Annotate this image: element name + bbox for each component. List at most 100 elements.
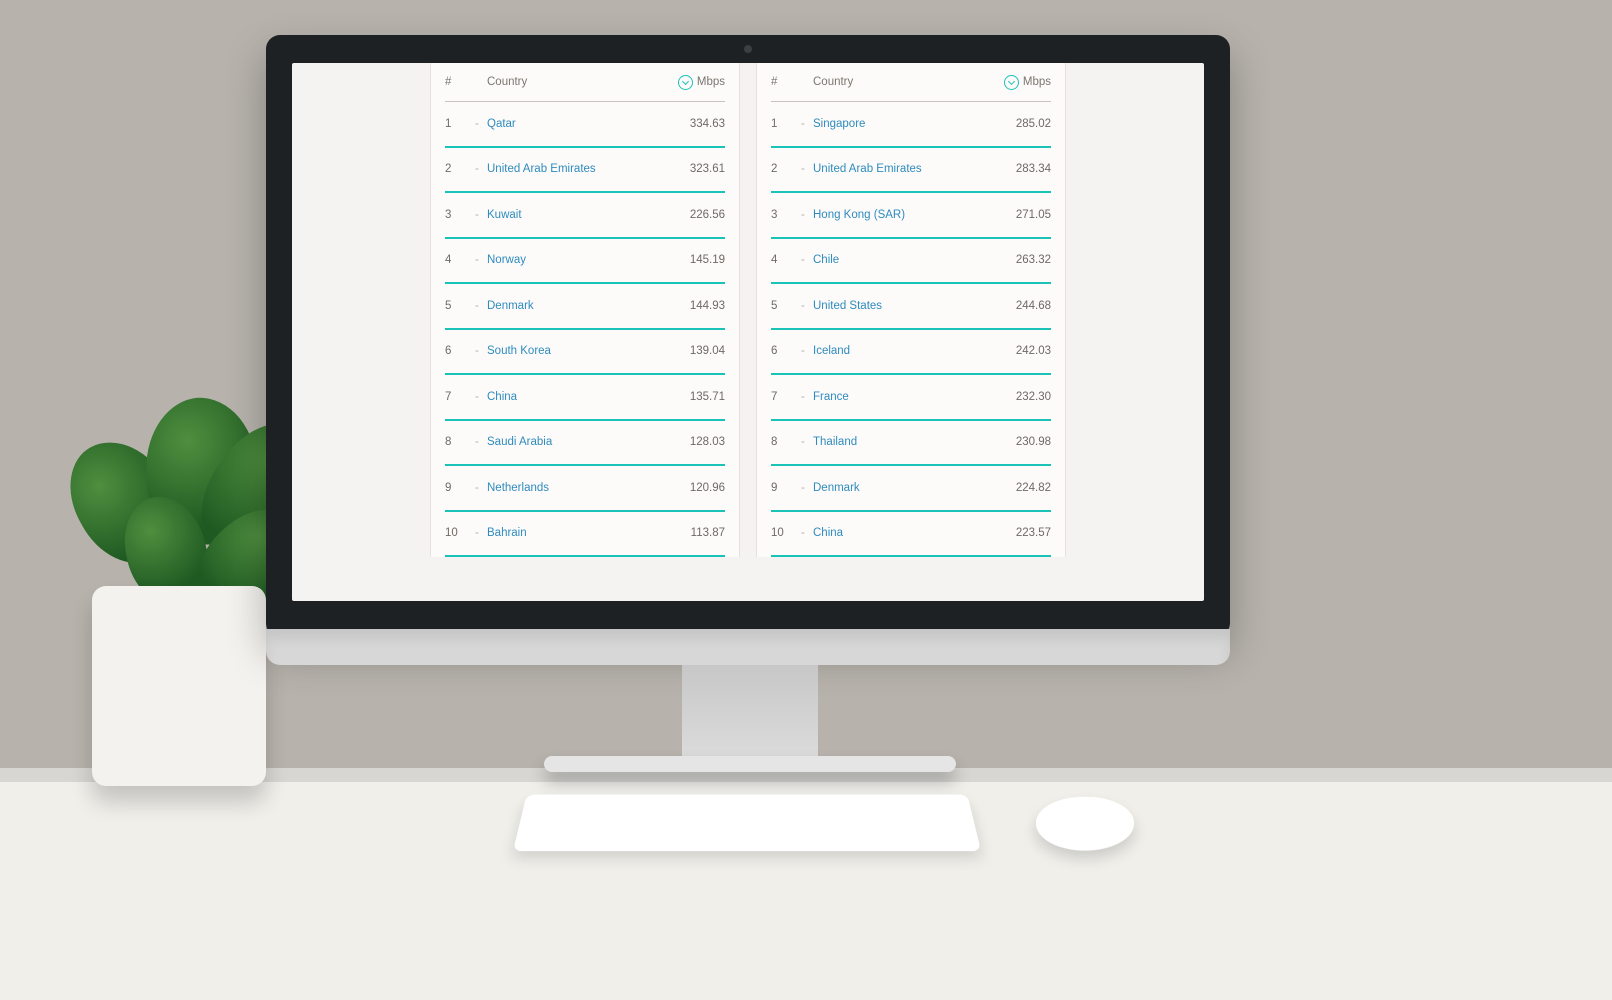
cell-delta: -: [475, 482, 487, 494]
cell-country[interactable]: Thailand: [813, 436, 993, 448]
table-row: 6-Iceland242.03: [771, 330, 1051, 376]
table-row: 9-Netherlands120.96: [445, 466, 725, 512]
cell-rank: 2: [771, 163, 801, 175]
country-link[interactable]: China: [813, 527, 843, 539]
country-link[interactable]: Kuwait: [487, 209, 522, 221]
cell-mbps: 263.32: [993, 254, 1051, 266]
download-icon: [678, 75, 693, 90]
cell-country[interactable]: China: [813, 527, 993, 539]
header-country: Country: [813, 76, 993, 88]
cell-country[interactable]: Bahrain: [487, 527, 667, 539]
cell-delta: -: [801, 163, 813, 175]
country-link[interactable]: Norway: [487, 254, 526, 266]
cell-rank: 1: [445, 118, 475, 130]
cell-country[interactable]: United Arab Emirates: [487, 163, 667, 175]
cell-country[interactable]: Netherlands: [487, 482, 667, 494]
country-link[interactable]: Denmark: [487, 300, 534, 312]
cell-country[interactable]: Norway: [487, 254, 667, 266]
cell-mbps: 223.57: [993, 527, 1051, 539]
cell-country[interactable]: United Arab Emirates: [813, 163, 993, 175]
cell-rank: 4: [445, 254, 475, 266]
country-link[interactable]: France: [813, 391, 849, 403]
cell-rank: 8: [771, 436, 801, 448]
cell-delta: -: [801, 118, 813, 130]
country-link[interactable]: Thailand: [813, 436, 857, 448]
cell-mbps: 113.87: [667, 527, 725, 539]
header-mbps: Mbps: [667, 75, 725, 90]
cell-country[interactable]: Denmark: [813, 482, 993, 494]
table-row: 6-South Korea139.04: [445, 330, 725, 376]
cell-country[interactable]: Chile: [813, 254, 993, 266]
table-row: 10-China 223.57: [771, 512, 1051, 558]
cell-rank: 1: [771, 118, 801, 130]
cell-delta: -: [801, 300, 813, 312]
country-link[interactable]: Saudi Arabia: [487, 436, 552, 448]
cell-delta: -: [801, 345, 813, 357]
ranking-table-left: #CountryMbps1-Qatar334.632-United Arab E…: [430, 63, 740, 557]
cell-mbps: 232.30: [993, 391, 1051, 403]
camera-icon: [744, 45, 752, 53]
country-link[interactable]: Chile: [813, 254, 839, 266]
cell-rank: 2: [445, 163, 475, 175]
country-link[interactable]: South Korea: [487, 345, 551, 357]
cell-delta: -: [475, 527, 487, 539]
country-link[interactable]: Iceland: [813, 345, 850, 357]
country-link[interactable]: United Arab Emirates: [813, 163, 922, 175]
cell-mbps: 135.71: [667, 391, 725, 403]
header-rank: #: [445, 76, 475, 88]
table-row: 8-Saudi Arabia128.03: [445, 421, 725, 467]
cell-country[interactable]: Denmark: [487, 300, 667, 312]
country-link[interactable]: Qatar: [487, 118, 516, 130]
cell-rank: 4: [771, 254, 801, 266]
keyboard: [513, 795, 981, 852]
cell-country[interactable]: China: [487, 391, 667, 403]
cell-mbps: 244.68: [993, 300, 1051, 312]
cell-mbps: 145.19: [667, 254, 725, 266]
table-row: 7-China135.71: [445, 375, 725, 421]
cell-delta: -: [801, 527, 813, 539]
cell-country[interactable]: Qatar: [487, 118, 667, 130]
table-row: 1-Qatar334.63: [445, 102, 725, 148]
cell-mbps: 285.02: [993, 118, 1051, 130]
table-header: # CountryMbps: [445, 63, 725, 102]
cell-delta: -: [475, 163, 487, 175]
country-link[interactable]: United Arab Emirates: [487, 163, 596, 175]
cell-country[interactable]: United States: [813, 300, 993, 312]
cell-country[interactable]: Kuwait: [487, 209, 667, 221]
table-row: 7-France232.30: [771, 375, 1051, 421]
country-link[interactable]: United States: [813, 300, 882, 312]
cell-mbps: 139.04: [667, 345, 725, 357]
cell-mbps: 242.03: [993, 345, 1051, 357]
cell-delta: -: [475, 436, 487, 448]
header-mbps-label: Mbps: [1023, 76, 1051, 88]
country-link[interactable]: Denmark: [813, 482, 860, 494]
header-country: Country: [487, 76, 667, 88]
cell-country[interactable]: Saudi Arabia: [487, 436, 667, 448]
table-row: 1-Singapore 285.02: [771, 102, 1051, 148]
cell-country[interactable]: Hong Kong (SAR): [813, 209, 993, 221]
cell-country[interactable]: France: [813, 391, 993, 403]
country-link[interactable]: Hong Kong (SAR): [813, 209, 905, 221]
cell-delta: -: [801, 482, 813, 494]
cell-mbps: 224.82: [993, 482, 1051, 494]
country-link[interactable]: Netherlands: [487, 482, 549, 494]
cell-mbps: 334.63: [667, 118, 725, 130]
cell-country[interactable]: Iceland: [813, 345, 993, 357]
cell-rank: 10: [771, 527, 801, 539]
table-row: 4-Norway145.19: [445, 239, 725, 285]
cell-delta: -: [801, 254, 813, 266]
cell-country[interactable]: South Korea: [487, 345, 667, 357]
monitor-bezel: #CountryMbps1-Qatar334.632-United Arab E…: [266, 35, 1230, 637]
cell-rank: 3: [771, 209, 801, 221]
table-row: 3-Kuwait226.56: [445, 193, 725, 239]
cell-rank: 5: [771, 300, 801, 312]
country-link[interactable]: China: [487, 391, 517, 403]
country-link[interactable]: Singapore: [813, 118, 865, 130]
cell-rank: 10: [445, 527, 475, 539]
cell-country[interactable]: Singapore: [813, 118, 993, 130]
cell-mbps: 271.05: [993, 209, 1051, 221]
country-link[interactable]: Bahrain: [487, 527, 527, 539]
header-rank: #: [771, 76, 801, 88]
table-header: # Country Mbps: [771, 63, 1051, 102]
cell-delta: -: [801, 209, 813, 221]
